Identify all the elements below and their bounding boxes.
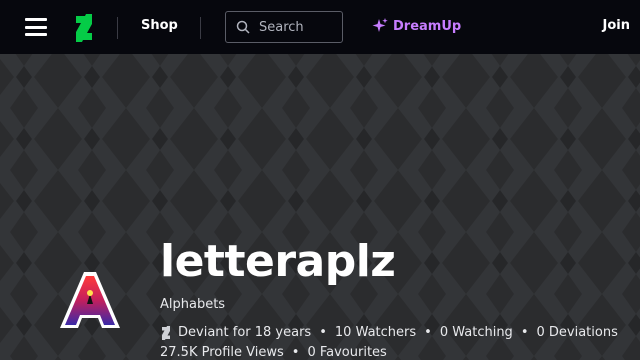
top-navigation-bar: Shop Search DreamUp Join	[0, 0, 640, 54]
sparkle-icon	[372, 18, 388, 32]
separator-dot: •	[424, 325, 432, 340]
shop-link[interactable]: Shop	[141, 18, 178, 33]
deviations-count[interactable]: 0 Deviations	[536, 325, 617, 340]
separator-dot: •	[291, 345, 300, 360]
search-icon	[236, 20, 250, 34]
nav-divider	[200, 17, 201, 39]
nav-divider	[117, 17, 118, 39]
deviant-badge-icon	[162, 325, 170, 340]
profile-tagline: Alphabets	[160, 297, 226, 312]
menu-icon[interactable]	[25, 18, 47, 36]
watchers-count[interactable]: 10 Watchers	[335, 325, 416, 340]
avatar[interactable]	[58, 268, 122, 332]
profile-username: letteraplz	[160, 236, 396, 287]
favourites-count[interactable]: 0 Favourites	[307, 345, 386, 360]
watching-count[interactable]: 0 Watching	[440, 325, 513, 340]
dreamup-link[interactable]: DreamUp	[371, 17, 461, 35]
separator-dot: •	[319, 325, 327, 340]
search-input[interactable]: Search	[225, 11, 343, 43]
deviantart-logo-icon[interactable]	[72, 14, 96, 42]
membership-duration: Deviant for 18 years	[178, 325, 312, 340]
separator-dot: •	[520, 325, 529, 340]
join-button[interactable]: Join	[603, 18, 630, 33]
profile-stats-secondary: 27.5K Profile Views • 0 Favourites	[160, 345, 387, 360]
dreamup-label: DreamUp	[393, 18, 462, 34]
search-placeholder: Search	[259, 19, 304, 35]
profile-views-count: 27.5K Profile Views	[160, 345, 284, 360]
profile-stats: Deviant for 18 years • 10 Watchers • 0 W…	[160, 325, 618, 340]
